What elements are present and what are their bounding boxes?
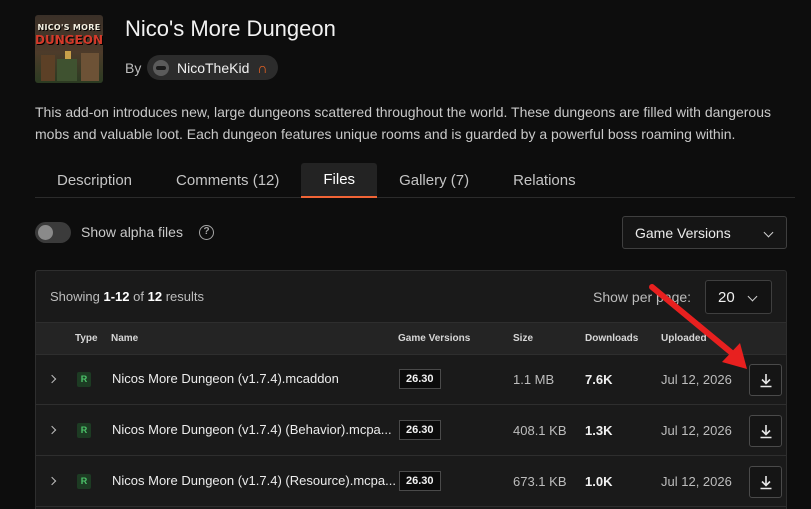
project-title: Nico's More Dungeon: [125, 16, 336, 41]
per-page-value: 20: [718, 288, 735, 306]
game-version-badge: 26.30: [399, 471, 441, 491]
download-icon: [760, 425, 772, 439]
header-size[interactable]: Size: [513, 333, 533, 344]
file-size: 1.1 MB: [513, 372, 555, 387]
table-header: Type Name Game Versions Size Downloads U…: [36, 322, 786, 355]
file-downloads: 1.0K: [585, 474, 613, 489]
logo-decoration: [65, 51, 71, 59]
file-uploaded: Jul 12, 2026: [661, 372, 732, 387]
author-avatar: [153, 59, 169, 76]
logo-decoration: [57, 59, 77, 81]
chevron-right-icon[interactable]: [47, 476, 57, 486]
header-downloads[interactable]: Downloads: [585, 333, 638, 344]
project-header: NICO'S MORE DUNGEON Nico's More Dungeon …: [35, 15, 795, 85]
chevron-down-icon: [763, 227, 774, 238]
project-description: This add-on introduces new, large dungeo…: [35, 104, 771, 142]
project-tabs: Description Comments (12) Files Gallery …: [35, 163, 795, 198]
tab-files[interactable]: Files: [301, 163, 378, 198]
file-name[interactable]: Nicos More Dungeon (v1.7.4).mcaddon: [112, 371, 339, 386]
download-icon: [760, 476, 772, 490]
table-row[interactable]: R Nicos More Dungeon (v1.7.4).mcaddon 26…: [36, 355, 786, 405]
file-size: 408.1 KB: [513, 423, 567, 438]
file-name[interactable]: Nicos More Dungeon (v1.7.4) (Behavior).m…: [112, 422, 392, 437]
download-icon: [760, 374, 772, 388]
results-of: of: [133, 289, 144, 304]
logo-decoration: [81, 53, 99, 81]
game-version-badge: 26.30: [399, 369, 441, 389]
files-panel: Showing 1-12 of 12 results Show per page…: [35, 270, 787, 509]
release-type-badge: R: [77, 474, 91, 489]
download-button[interactable]: [749, 364, 782, 396]
per-page-select[interactable]: 20: [705, 280, 772, 314]
file-downloads: 7.6K: [585, 372, 613, 387]
table-row[interactable]: R Nicos More Dungeon (v1.7.4) (Resource)…: [36, 457, 786, 507]
file-uploaded: Jul 12, 2026: [661, 423, 732, 438]
chevron-right-icon[interactable]: [47, 374, 57, 384]
game-version-badge: 26.30: [399, 420, 441, 440]
release-type-badge: R: [77, 372, 91, 387]
logo-line-2: DUNGEON: [35, 33, 103, 47]
toggle-knob: [38, 225, 53, 240]
release-type-badge: R: [77, 423, 91, 438]
game-versions-select[interactable]: Game Versions: [622, 216, 787, 249]
chevron-right-icon[interactable]: [47, 425, 57, 435]
results-prefix: Showing: [50, 289, 100, 304]
alpha-files-toggle[interactable]: [35, 222, 71, 243]
tab-comments[interactable]: Comments (12): [154, 163, 301, 198]
file-name[interactable]: Nicos More Dungeon (v1.7.4) (Resource).m…: [112, 473, 396, 488]
results-summary: Showing 1-12 of 12 results: [50, 289, 204, 304]
results-range: 1-12: [103, 289, 130, 304]
chevron-down-icon: [747, 291, 758, 302]
tab-relations[interactable]: Relations: [491, 163, 598, 198]
project-logo[interactable]: NICO'S MORE DUNGEON: [35, 15, 103, 83]
header-game-versions[interactable]: Game Versions: [398, 333, 470, 344]
download-button[interactable]: [749, 415, 782, 447]
table-row[interactable]: R Nicos More Dungeon (v1.7.4) (Behavior)…: [36, 406, 786, 456]
logo-line-1: NICO'S MORE: [37, 23, 101, 32]
header-uploaded[interactable]: Uploaded: [661, 333, 707, 344]
alpha-files-label: Show alpha files: [81, 224, 183, 240]
logo-decoration: [41, 55, 55, 81]
header-name[interactable]: Name: [111, 333, 138, 344]
help-icon[interactable]: ?: [199, 225, 214, 240]
author-chip[interactable]: NicoTheKid ∩: [147, 55, 278, 80]
download-button[interactable]: [749, 466, 782, 498]
tab-gallery[interactable]: Gallery (7): [377, 163, 491, 198]
file-downloads: 1.3K: [585, 423, 613, 438]
author-name: NicoTheKid: [177, 59, 250, 76]
magnet-icon: ∩: [257, 59, 268, 76]
game-versions-label: Game Versions: [635, 224, 731, 241]
results-suffix: results: [165, 289, 205, 304]
file-uploaded: Jul 12, 2026: [661, 474, 732, 489]
header-type[interactable]: Type: [75, 333, 98, 344]
by-label: By: [125, 60, 142, 76]
per-page-label: Show per page:: [593, 289, 692, 305]
results-total: 12: [147, 289, 163, 304]
tab-description[interactable]: Description: [35, 163, 154, 198]
file-size: 673.1 KB: [513, 474, 567, 489]
